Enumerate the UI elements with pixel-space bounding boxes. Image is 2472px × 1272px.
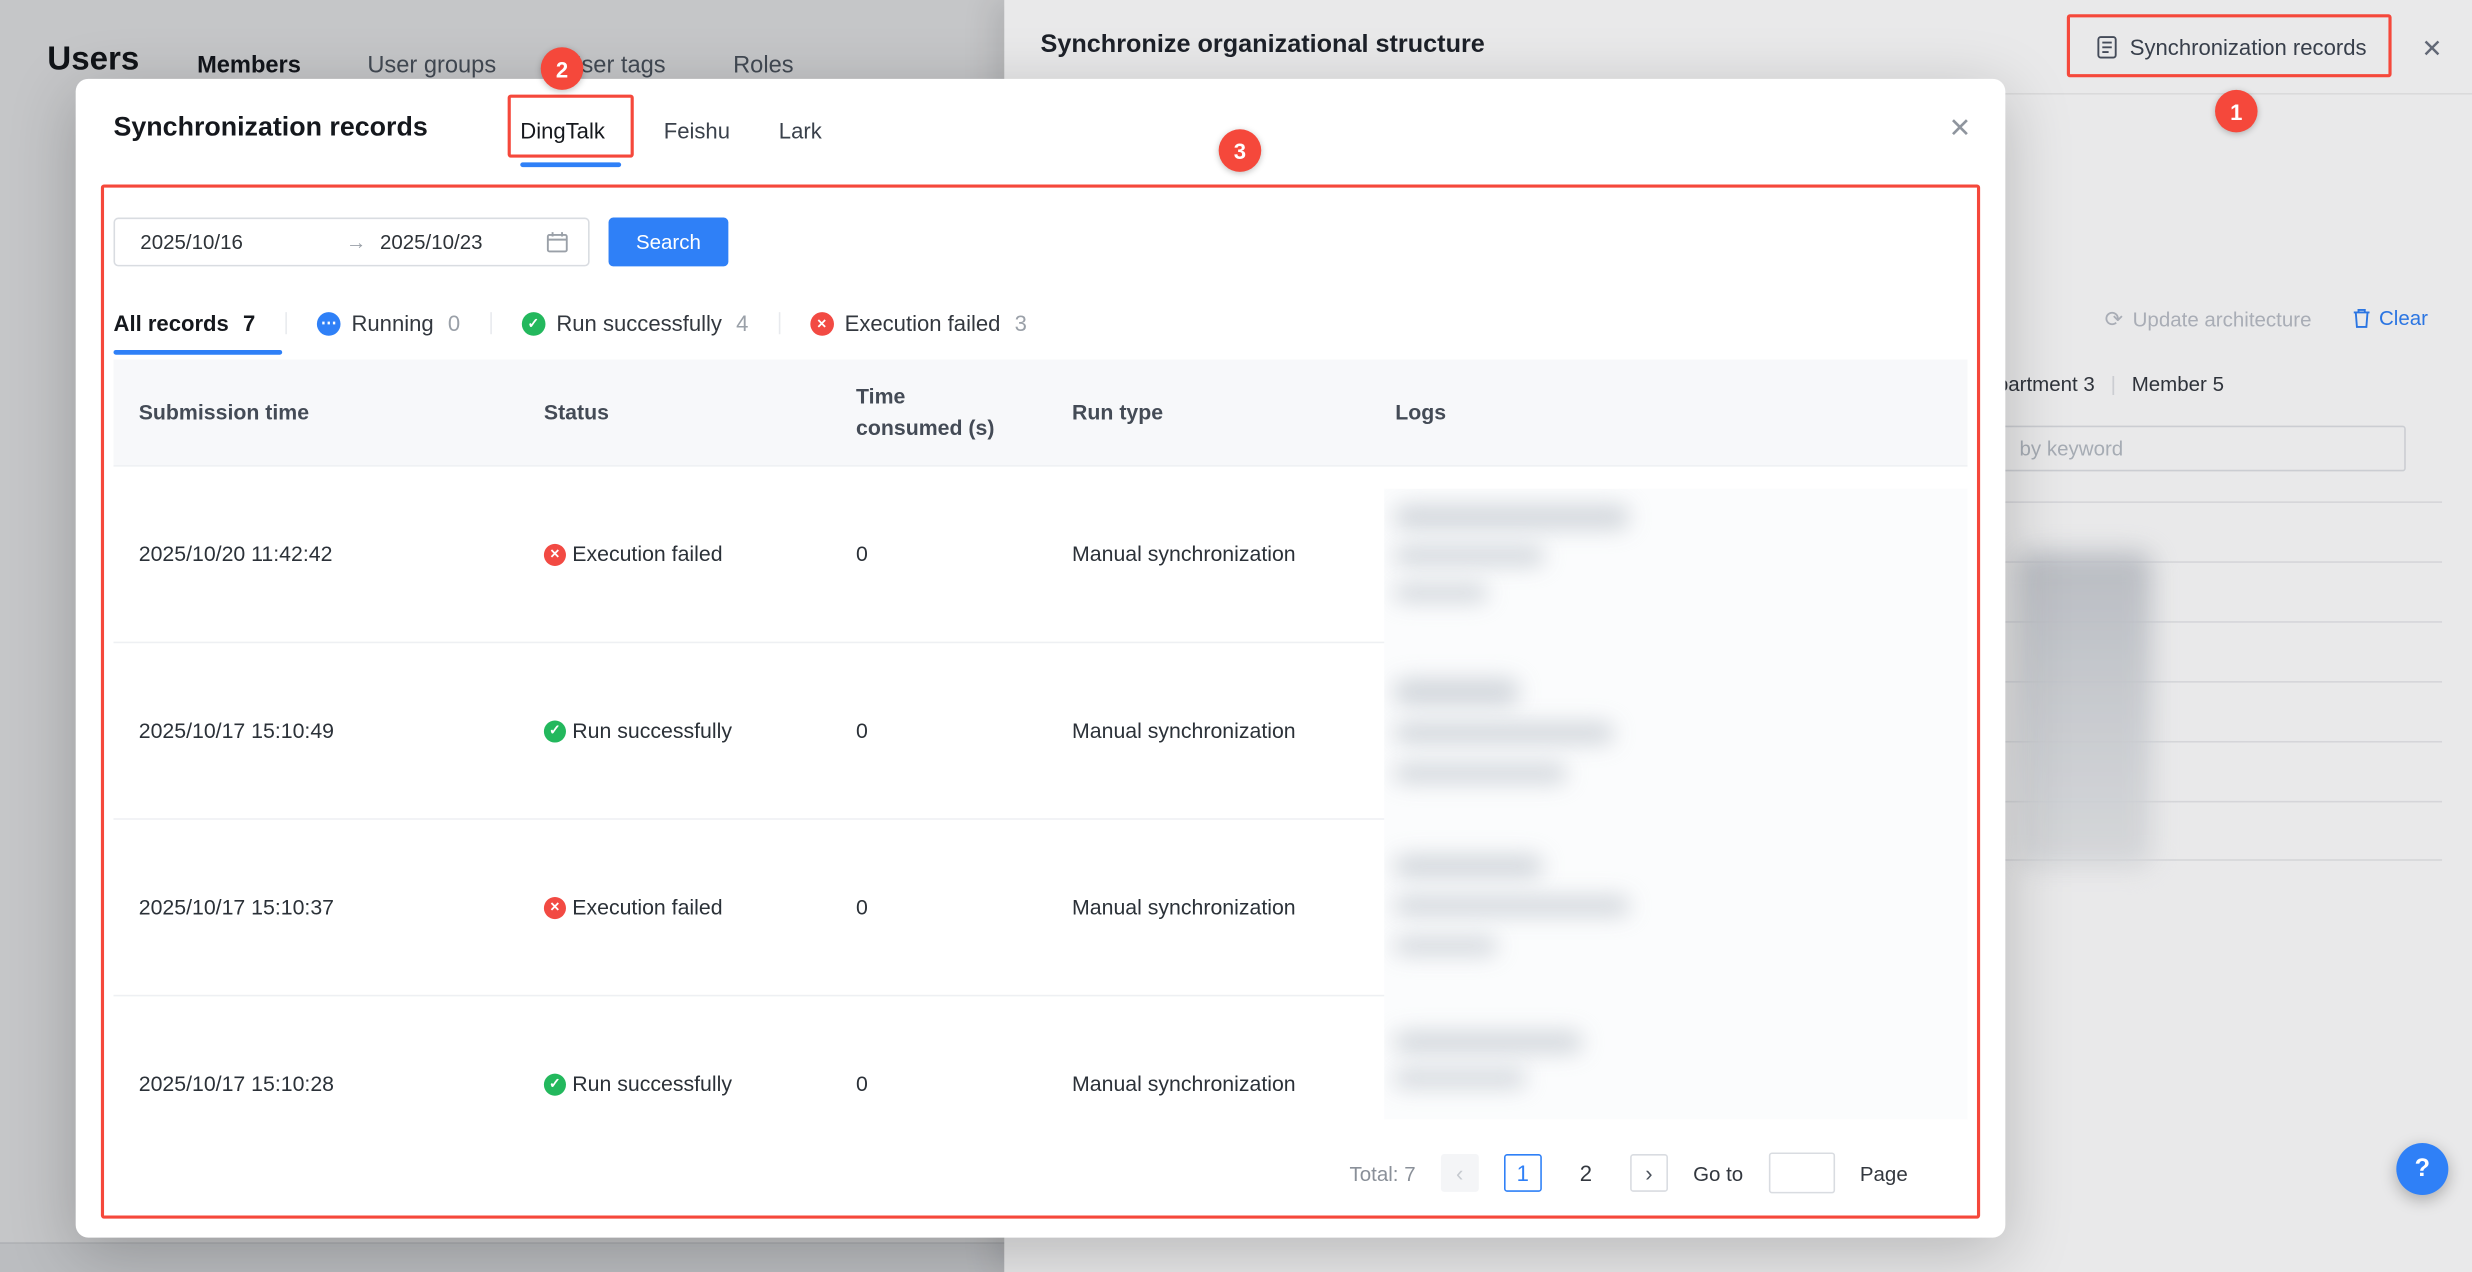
filter-divider — [490, 312, 492, 334]
calendar-icon — [545, 230, 569, 254]
date-range-arrow: → — [333, 230, 380, 254]
cell-status: ✕ Execution failed — [519, 542, 831, 566]
filter-failed-count: 3 — [1015, 311, 1027, 336]
status-label: Execution failed — [572, 542, 722, 566]
help-button[interactable]: ? — [2396, 1143, 2448, 1195]
cell-time-consumed: 0 — [831, 895, 1047, 919]
status-filters: All records 7 ⋯ Running 0 ✓ Run successf… — [114, 296, 1027, 350]
cell-status: ✕ Execution failed — [519, 895, 831, 919]
annotation-badge-3: 3 — [1219, 129, 1262, 172]
cell-time-consumed: 0 — [831, 1072, 1047, 1096]
col-time-consumed: Time consumed (s) — [831, 381, 1047, 443]
success-status-icon: ✓ — [544, 720, 566, 742]
cell-time-consumed: 0 — [831, 719, 1047, 743]
filter-divider — [778, 312, 780, 334]
page-label: Page — [1860, 1161, 1908, 1185]
success-status-icon: ✓ — [522, 311, 546, 335]
page-2-button[interactable]: 2 — [1567, 1154, 1605, 1192]
page-1-button[interactable]: 1 — [1504, 1154, 1542, 1192]
annotation-badge-2: 2 — [541, 47, 584, 90]
active-filter-underline — [114, 350, 283, 355]
col-logs: Logs — [1370, 400, 1968, 424]
status-label: Run successfully — [572, 1072, 732, 1096]
next-page-button[interactable]: › — [1630, 1154, 1668, 1192]
pagination-total: Total: 7 — [1350, 1161, 1416, 1185]
search-button[interactable]: Search — [609, 218, 729, 267]
filter-running-label: Running — [351, 311, 433, 336]
cell-submission-time: 2025/10/17 15:10:37 — [114, 895, 519, 919]
cell-run-type: Manual synchronization — [1047, 719, 1370, 743]
filter-success-label: Run successfully — [556, 311, 722, 336]
running-status-icon: ⋯ — [317, 311, 341, 335]
table-header-row: Submission time Status Time consumed (s)… — [114, 359, 1968, 465]
filter-all-label: All records — [114, 311, 229, 336]
failed-status-icon: ✕ — [544, 543, 566, 565]
pagination: Total: 7 ‹ 1 2 › Go to Page — [1350, 1152, 1908, 1193]
status-label: Run successfully — [572, 719, 732, 743]
filter-running[interactable]: ⋯ Running 0 — [317, 311, 460, 336]
date-range-picker[interactable]: 2025/10/16 → 2025/10/23 — [114, 218, 590, 267]
cell-status: ✓ Run successfully — [519, 1072, 831, 1096]
cell-submission-time: 2025/10/17 15:10:28 — [114, 1072, 519, 1096]
help-icon: ? — [2415, 1155, 2430, 1183]
status-label: Execution failed — [572, 895, 722, 919]
cell-run-type: Manual synchronization — [1047, 1072, 1370, 1096]
screen: Users Members User groups User tags Role… — [0, 0, 2472, 1272]
annotation-badge-1: 1 — [2215, 90, 2258, 133]
cell-status: ✓ Run successfully — [519, 719, 831, 743]
filter-all-records[interactable]: All records 7 — [114, 311, 256, 336]
col-run-type: Run type — [1047, 400, 1370, 424]
filter-execution-failed[interactable]: ✕ Execution failed 3 — [810, 311, 1027, 336]
sync-records-modal: Synchronization records DingTalk Feishu … — [76, 79, 2006, 1238]
goto-page-input[interactable] — [1768, 1152, 1834, 1193]
blurred-logs-content — [1384, 489, 1967, 1120]
tab-feishu[interactable]: Feishu — [664, 118, 730, 143]
failed-status-icon: ✕ — [544, 896, 566, 918]
tab-lark[interactable]: Lark — [779, 118, 822, 143]
filter-divider — [285, 312, 287, 334]
active-tab-underline — [520, 162, 621, 167]
modal-title: Synchronization records — [114, 112, 428, 144]
goto-label: Go to — [1693, 1161, 1743, 1185]
success-status-icon: ✓ — [544, 1073, 566, 1095]
date-range-start: 2025/10/16 — [140, 230, 332, 254]
date-range-end: 2025/10/23 — [380, 230, 546, 254]
filter-success-count: 4 — [736, 311, 748, 336]
filter-running-count: 0 — [448, 311, 460, 336]
tab-dingtalk[interactable]: DingTalk — [520, 118, 605, 143]
cell-time-consumed: 0 — [831, 542, 1047, 566]
prev-page-button[interactable]: ‹ — [1441, 1154, 1479, 1192]
cell-submission-time: 2025/10/17 15:10:49 — [114, 719, 519, 743]
cell-run-type: Manual synchronization — [1047, 895, 1370, 919]
failed-status-icon: ✕ — [810, 311, 834, 335]
filter-failed-label: Execution failed — [845, 311, 1001, 336]
cell-run-type: Manual synchronization — [1047, 542, 1370, 566]
col-status: Status — [519, 400, 831, 424]
modal-close-icon[interactable]: ✕ — [1949, 114, 1971, 146]
filter-run-successfully[interactable]: ✓ Run successfully 4 — [522, 311, 749, 336]
col-submission-time: Submission time — [114, 400, 519, 424]
cell-submission-time: 2025/10/20 11:42:42 — [114, 542, 519, 566]
filter-all-count: 7 — [243, 311, 255, 336]
